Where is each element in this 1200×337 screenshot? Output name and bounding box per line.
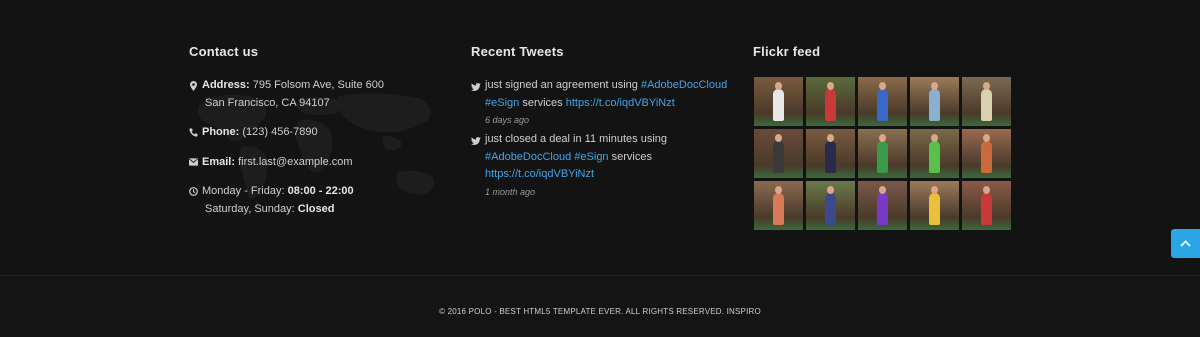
person-head [775,82,782,90]
person-head [983,82,990,90]
contact-hours: Monday - Friday: 08:00 - 22:00 Saturday,… [189,183,449,218]
person-figure [773,141,784,173]
flickr-thumbnail[interactable] [962,129,1011,178]
person-figure [981,141,992,173]
hours-weekday-value: 08:00 - 22:00 [287,185,354,197]
phone-label: Phone: [202,126,240,138]
flickr-thumbnail[interactable] [858,129,907,178]
hours-weekday-label: Monday - Friday: [202,185,285,197]
tweet-time: 6 days ago [485,115,530,125]
person-figure [929,89,940,121]
flickr-title: Flickr feed [753,44,821,59]
person-figure [877,141,888,173]
tweet-text: just signed an agreement using [485,79,638,91]
contact-address: Address: 795 Folsom Ave, Suite 600 San F… [189,77,449,112]
twitter-icon [471,81,481,91]
person-head [879,134,886,142]
hashtag-link[interactable]: #AdobeDocCloud [641,79,727,91]
address-line2: San Francisco, CA 94107 [205,96,330,109]
contact-title: Contact us [189,44,259,59]
hashtag-link[interactable]: #AdobeDocCloud [485,151,571,163]
person-figure [773,89,784,121]
tweet-text: services [522,96,563,109]
chevron-up-icon [1180,240,1191,247]
person-head [931,82,938,90]
person-head [879,186,886,194]
person-head [775,134,782,142]
email-label: Email: [202,155,236,168]
person-head [827,82,834,90]
flickr-thumbnail[interactable] [754,77,803,126]
person-head [827,186,834,194]
person-head [827,134,834,142]
person-head [879,82,886,90]
flickr-feed [754,77,1014,230]
person-figure [981,89,992,121]
flickr-thumbnail[interactable] [858,181,907,230]
flickr-thumbnail[interactable] [910,181,959,230]
person-figure [929,141,940,173]
tweet-url-link[interactable]: https://t.co/iqdVBYiNzt [485,168,594,180]
tweet-url-link[interactable]: https://t.co/iqdVBYiNzt [566,97,675,109]
tweet-item: just signed an agreement using #AdobeDoc… [471,77,731,128]
tweet-text: just closed a deal in 11 minutes using [485,133,668,145]
flickr-thumbnail[interactable] [910,129,959,178]
address-line1: 795 Folsom Ave, Suite 600 [252,79,385,91]
map-marker-icon [189,80,198,91]
email-value[interactable]: first.last@example.com [238,156,352,168]
person-figure [825,89,836,121]
flickr-thumbnail[interactable] [806,129,855,178]
person-figure [981,193,992,225]
scroll-to-top-button[interactable] [1171,229,1200,258]
footer-widgets: Contact us Address: 795 Folsom Ave, Suit… [0,0,1200,276]
tweet-item: just closed a deal in 11 minutes using #… [471,131,731,200]
copyright-text: © 2016 POLO - BEST HTML5 TEMPLATE EVER. … [439,307,761,316]
hours-weekend-value: Closed [297,202,335,215]
person-head [775,186,782,194]
flickr-thumbnail[interactable] [962,77,1011,126]
hashtag-link[interactable]: #eSign [574,151,608,163]
person-figure [877,89,888,121]
person-figure [825,141,836,173]
clock-icon [189,186,198,197]
person-head [931,186,938,194]
flickr-grid [754,77,1014,230]
person-head [983,186,990,194]
flickr-thumbnail[interactable] [910,77,959,126]
person-head [931,134,938,142]
flickr-thumbnail[interactable] [806,181,855,230]
flickr-thumbnail[interactable] [754,129,803,178]
contact-list: Address: 795 Folsom Ave, Suite 600 San F… [189,77,449,230]
phone-icon [189,127,198,138]
person-figure [773,193,784,225]
tweets-title: Recent Tweets [471,44,564,59]
person-head [983,134,990,142]
hours-weekend-label: Saturday, Sunday: [205,202,295,215]
footer-divider [0,275,1200,276]
contact-phone: Phone: (123) 456-7890 [189,124,449,142]
twitter-icon [471,135,481,145]
flickr-thumbnail[interactable] [806,77,855,126]
person-figure [929,193,940,225]
flickr-thumbnail[interactable] [754,181,803,230]
phone-value: (123) 456-7890 [242,126,318,138]
address-label: Address: [202,79,250,91]
contact-email: Email: first.last@example.com [189,154,449,172]
flickr-thumbnail[interactable] [858,77,907,126]
person-figure [877,193,888,225]
envelope-icon [189,157,198,168]
tweet-text: services [611,150,652,163]
tweet-list: just signed an agreement using #AdobeDoc… [471,77,731,203]
hashtag-link[interactable]: #eSign [485,97,519,109]
flickr-thumbnail[interactable] [962,181,1011,230]
tweet-time: 1 month ago [485,186,536,197]
person-figure [825,193,836,225]
